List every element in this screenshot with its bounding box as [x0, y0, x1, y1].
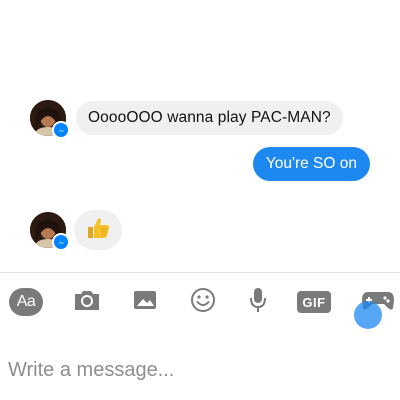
incoming-message-row: OoooOOO wanna play PAC-MAN?: [30, 100, 343, 139]
camera-button[interactable]: [70, 285, 104, 319]
photo-gallery-button[interactable]: [130, 285, 160, 319]
emoji-icon: [190, 287, 216, 318]
contact-avatar[interactable]: [30, 100, 70, 139]
contact-avatar[interactable]: [30, 212, 70, 251]
messenger-badge-icon: [52, 233, 70, 251]
camera-icon: [72, 288, 102, 317]
thumbs-up-icon: [85, 215, 111, 246]
incoming-message-bubble[interactable]: OoooOOO wanna play PAC-MAN?: [76, 101, 343, 135]
thumbs-up-sticker[interactable]: [74, 210, 122, 250]
image-icon: [132, 288, 158, 317]
message-input[interactable]: Write a message...: [8, 355, 388, 385]
outgoing-message-bubble[interactable]: You're SO on: [252, 147, 370, 181]
microphone-icon: [248, 286, 268, 319]
gif-button[interactable]: GIF: [296, 285, 332, 319]
composer-toolbar: Aa GIF: [0, 285, 400, 319]
voice-message-button[interactable]: [246, 285, 270, 319]
incoming-sticker-row: [30, 210, 122, 251]
emoji-button[interactable]: [188, 285, 218, 319]
text-format-button[interactable]: Aa: [8, 285, 44, 319]
aa-icon: Aa: [9, 288, 43, 316]
messenger-badge-icon: [52, 121, 70, 139]
composer-divider: [0, 272, 400, 273]
touch-indicator: [354, 301, 382, 329]
gif-icon: GIF: [297, 291, 331, 313]
chat-screen: OoooOOO wanna play PAC-MAN? You're SO on: [0, 0, 400, 400]
